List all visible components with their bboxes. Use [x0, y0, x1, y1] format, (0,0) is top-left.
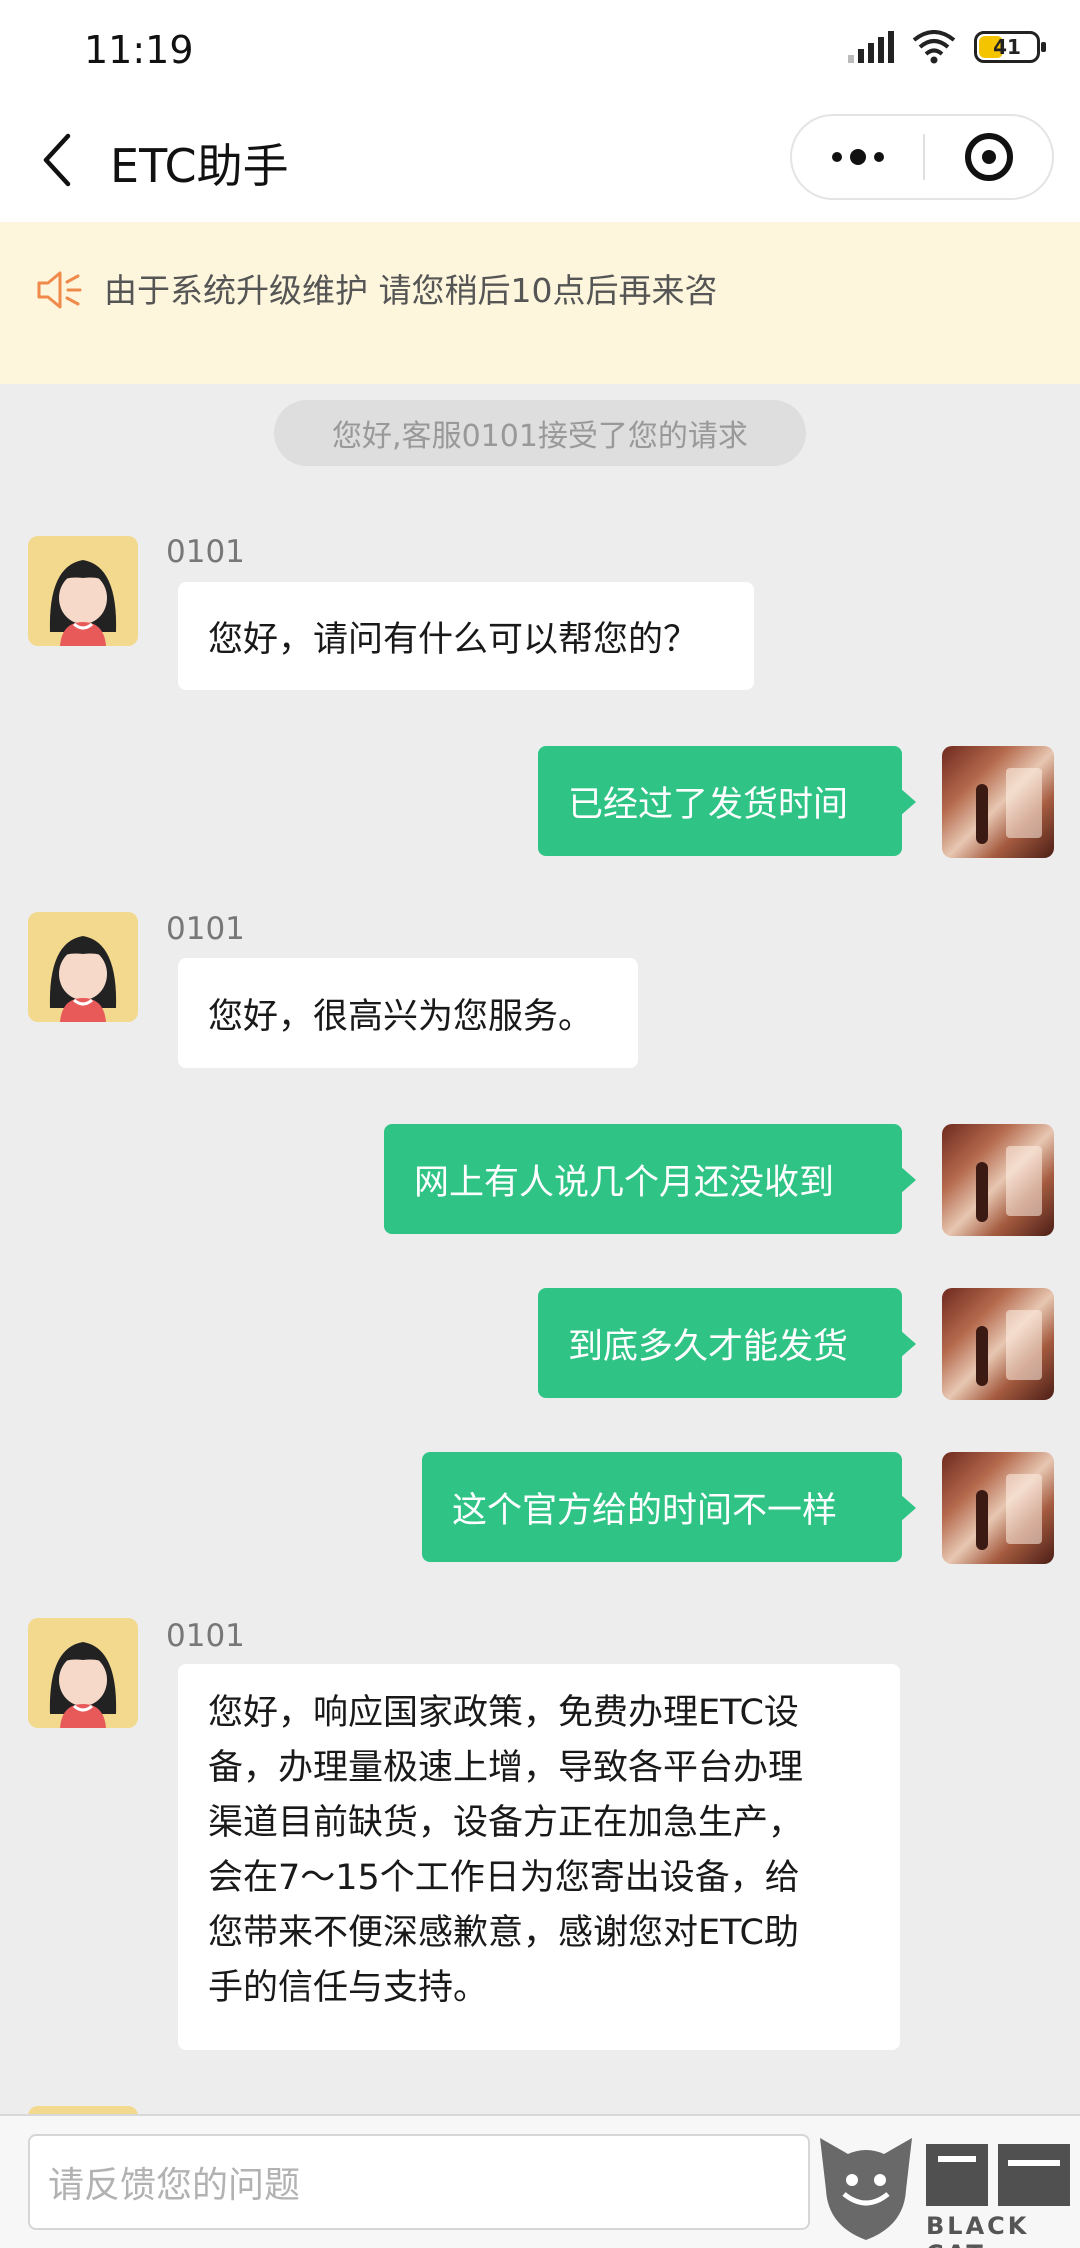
- sender-name: 0101: [166, 534, 245, 570]
- status-time: 11:19: [84, 28, 194, 72]
- message-text: 到底多久才能发货: [568, 1326, 849, 1367]
- message-line: 备，办理量极速上增，导致各平台办理: [208, 1748, 804, 1788]
- signal-icon: [848, 31, 894, 63]
- user-avatar[interactable]: [942, 746, 1054, 858]
- wifi-icon: [912, 30, 956, 64]
- more-dots-icon: [831, 152, 842, 162]
- sender-name: 0101: [166, 1618, 245, 1654]
- status-icons: 41: [848, 30, 1046, 64]
- watermark-text: BLACK CAT: [926, 2212, 1030, 2248]
- message-text: 这个官方给的时间不一样: [452, 1490, 838, 1531]
- message-text: 您好，请问有什么可以帮您的？: [208, 619, 699, 660]
- message-line: 您带来不便深感歉意，感谢您对ETC助: [208, 1913, 799, 1953]
- message-text: 您好，很高兴为您服务。: [208, 996, 594, 1037]
- notice-text: 由于系统升级维护 请您稍后10点后再来咨: [104, 271, 718, 310]
- status-bar: 11:19 41: [0, 0, 1080, 100]
- page-title: ETC助手: [110, 139, 289, 193]
- speaker-icon: [37, 271, 82, 309]
- agent-message-bubble[interactable]: 您好，响应国家政策，免费办理ETC设 备，办理量极速上增，导致各平台办理 渠道目…: [178, 1664, 900, 2050]
- message-line: 会在7～15个工作日为您寄出设备，给: [208, 1858, 800, 1898]
- agent-avatar[interactable]: [28, 912, 138, 1022]
- user-message-bubble[interactable]: 网上有人说几个月还没收到: [384, 1124, 916, 1234]
- user-message-bubble[interactable]: 已经过了发货时间: [538, 746, 916, 856]
- system-tip: 您好,客服0101接受了您的请求: [274, 400, 806, 466]
- battery-icon: 41: [974, 31, 1046, 63]
- girl-avatar-icon: [49, 936, 117, 1022]
- back-arrow-icon[interactable]: [34, 128, 84, 192]
- girl-avatar-icon: [49, 1642, 117, 1728]
- user-avatar[interactable]: [942, 1288, 1054, 1400]
- more-options-button[interactable]: [792, 116, 923, 198]
- nav-bar: ETC助手: [0, 100, 1080, 222]
- target-icon: [964, 133, 1013, 181]
- message-line: 手的信任与支持。: [208, 1968, 489, 2008]
- message-line: 您好，响应国家政策，免费办理ETC设: [208, 1693, 799, 1733]
- message-text: 网上有人说几个月还没收到: [414, 1162, 835, 1203]
- agent-message-bubble[interactable]: 您好，很高兴为您服务。: [178, 958, 638, 1068]
- agent-avatar[interactable]: [28, 536, 138, 646]
- user-message-bubble[interactable]: 这个官方给的时间不一样: [422, 1452, 916, 1562]
- message-text: 已经过了发货时间: [568, 784, 849, 825]
- mini-program-capsule: [790, 114, 1054, 200]
- user-message-bubble[interactable]: 到底多久才能发货: [538, 1288, 916, 1398]
- message-line: 渠道目前缺货，设备方正在加急生产，: [208, 1803, 804, 1843]
- close-mini-program-button[interactable]: [925, 116, 1052, 198]
- feedback-input[interactable]: 请反馈您的问题: [28, 2134, 810, 2230]
- girl-avatar-icon: [49, 560, 117, 646]
- sender-name: 0101: [166, 911, 245, 947]
- agent-avatar[interactable]: [28, 1618, 138, 1728]
- agent-message-bubble[interactable]: 您好，请问有什么可以帮您的？: [178, 582, 754, 690]
- battery-level: 41: [993, 35, 1021, 59]
- user-avatar[interactable]: [942, 1124, 1054, 1236]
- user-avatar[interactable]: [942, 1452, 1054, 1564]
